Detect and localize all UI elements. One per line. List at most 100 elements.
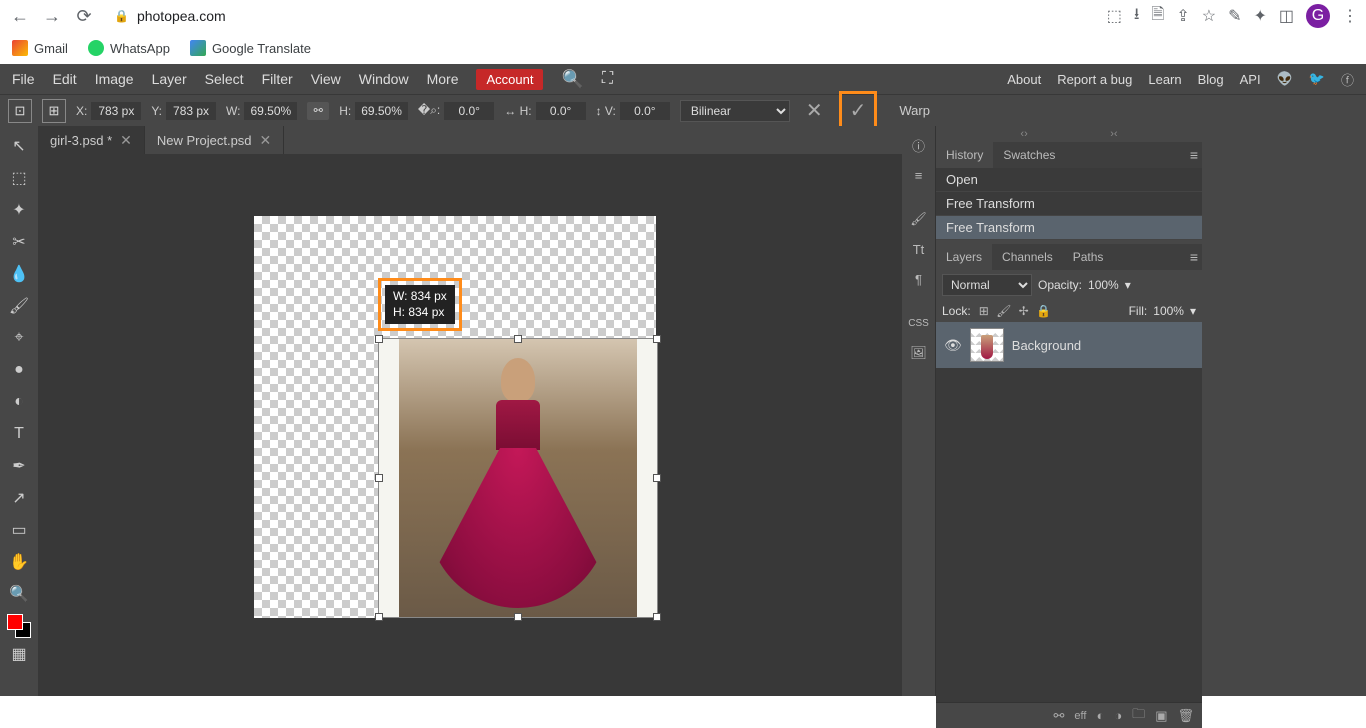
angle-value[interactable]: 0.0° <box>444 102 494 120</box>
crop-tool[interactable]: ✂ <box>3 226 35 258</box>
profile-avatar[interactable]: G <box>1306 4 1330 28</box>
blur-tool[interactable]: ● <box>3 354 35 386</box>
extensions-icon[interactable]: ✦ <box>1253 6 1266 26</box>
panel-menu-icon[interactable]: ≡ <box>1190 249 1198 265</box>
tab-history[interactable]: History <box>936 142 993 168</box>
tab-channels[interactable]: Channels <box>992 244 1063 270</box>
panel-icon[interactable]: ◫ <box>1279 6 1294 26</box>
tab-swatches[interactable]: Swatches <box>993 142 1065 168</box>
panel-menu-icon[interactable]: ≡ <box>1190 147 1198 163</box>
marquee-tool[interactable]: ⬚ <box>3 162 35 194</box>
transform-handle[interactable] <box>653 335 661 343</box>
account-button[interactable]: Account <box>476 69 543 90</box>
transform-handle[interactable] <box>514 613 522 621</box>
twitter-icon[interactable]: 🐦 <box>1309 71 1325 87</box>
folder-icon[interactable]: 🗀 <box>1132 705 1145 727</box>
fx-icon[interactable]: eff <box>1074 710 1086 722</box>
color-swatches[interactable] <box>7 614 31 638</box>
lock-move-icon[interactable]: ✢ <box>1019 304 1029 318</box>
link-about[interactable]: About <box>1007 72 1041 87</box>
opacity-value[interactable]: 100% <box>1088 278 1119 292</box>
css-panel-icon[interactable]: CSS <box>906 310 932 336</box>
bookmark-gmail[interactable]: Gmail <box>12 40 68 56</box>
link-wh-icon[interactable]: ⚯ <box>307 102 329 120</box>
layer-item[interactable]: 👁 Background <box>936 322 1202 368</box>
transform-handle[interactable] <box>653 474 661 482</box>
close-icon[interactable]: ✕ <box>260 132 272 149</box>
character-panel-icon[interactable]: Tt <box>906 236 932 262</box>
history-item[interactable]: Free Transform <box>936 192 1202 216</box>
document-tab[interactable]: New Project.psd✕ <box>145 126 284 154</box>
transform-handle[interactable] <box>375 335 383 343</box>
info-panel-icon[interactable]: ⓘ <box>906 132 932 158</box>
wand-tool[interactable]: ✦ <box>3 194 35 226</box>
document-tab[interactable]: girl-3.psd *✕ <box>38 126 145 154</box>
delete-layer-icon[interactable]: 🗑 <box>1177 708 1194 724</box>
lock-all-icon[interactable]: 🔒 <box>1036 304 1051 318</box>
eyedropper-tool[interactable]: 💧 <box>3 258 35 290</box>
forward-button[interactable]: → <box>40 4 64 28</box>
menu-window[interactable]: Window <box>359 71 409 87</box>
reload-button[interactable]: ⟳ <box>72 4 96 28</box>
bookmark-star-icon[interactable]: ☆ <box>1202 6 1216 26</box>
warp-button[interactable]: Warp <box>899 103 930 118</box>
history-item[interactable]: Free Transform <box>936 216 1202 240</box>
install-icon[interactable]: ⬚ <box>1107 6 1122 26</box>
new-layer-icon[interactable]: ▣ <box>1155 708 1167 724</box>
tab-paths[interactable]: Paths <box>1063 244 1114 270</box>
clone-tool[interactable]: ⌖ <box>3 322 35 354</box>
menu-image[interactable]: Image <box>95 71 134 87</box>
eyedropper-ext-icon[interactable]: ✎ <box>1228 6 1241 26</box>
history-item[interactable]: Open <box>936 168 1202 192</box>
tab-layers[interactable]: Layers <box>936 244 992 270</box>
back-button[interactable]: ← <box>8 4 32 28</box>
transform-bounding-box[interactable] <box>378 338 658 618</box>
menu-view[interactable]: View <box>311 71 341 87</box>
visibility-icon[interactable]: 👁 <box>944 337 962 354</box>
link-layers-icon[interactable]: ⚯ <box>1054 708 1065 724</box>
grid-anchor-icon[interactable]: ⊞ <box>42 99 66 123</box>
transform-handle[interactable] <box>375 474 383 482</box>
close-icon[interactable]: ✕ <box>120 132 132 149</box>
adjustment-icon[interactable]: ◑ <box>1114 708 1122 723</box>
link-learn[interactable]: Learn <box>1148 72 1181 87</box>
fullscreen-icon[interactable]: ⛶ <box>602 70 613 88</box>
menu-filter[interactable]: Filter <box>262 71 293 87</box>
menu-select[interactable]: Select <box>205 71 244 87</box>
lock-brush-icon[interactable]: 🖌 <box>996 304 1011 318</box>
text-tool[interactable]: T <box>3 418 35 450</box>
facebook-icon[interactable]: ⓕ <box>1341 70 1354 89</box>
image-panel-icon[interactable]: 🖼 <box>906 340 932 366</box>
link-api[interactable]: API <box>1240 72 1261 87</box>
brush-panel-icon[interactable]: 🖌 <box>906 206 932 232</box>
shape-tool[interactable]: ▭ <box>3 514 35 546</box>
transform-handle[interactable] <box>653 613 661 621</box>
path-tool[interactable]: ↗ <box>3 482 35 514</box>
transform-handle[interactable] <box>514 335 522 343</box>
menu-more[interactable]: More <box>427 71 459 87</box>
interpolation-select[interactable]: Bilinear <box>680 100 790 122</box>
blend-mode-select[interactable]: Normal <box>942 274 1032 296</box>
skew-v-value[interactable]: 0.0° <box>620 102 670 120</box>
quickmask-tool[interactable]: ▦ <box>3 638 35 670</box>
link-report-bug[interactable]: Report a bug <box>1057 72 1132 87</box>
search-icon[interactable]: 🔍 <box>561 69 583 90</box>
zoom-tool[interactable]: 🔍 <box>3 578 35 610</box>
menu-file[interactable]: File <box>12 71 35 87</box>
hand-tool[interactable]: ✋ <box>3 546 35 578</box>
browser-menu-icon[interactable]: ⋮ <box>1342 6 1358 26</box>
pen-tool[interactable]: ✒ <box>3 450 35 482</box>
brush-tool[interactable]: 🖌 <box>3 290 35 322</box>
share-icon[interactable]: ⇪ <box>1176 6 1189 26</box>
mask-icon[interactable]: ◐ <box>1096 708 1104 723</box>
layer-thumbnail[interactable] <box>970 328 1004 362</box>
address-bar[interactable]: 🔒 photopea.com <box>104 2 1099 30</box>
download-icon[interactable]: ⭳ <box>1134 3 1140 30</box>
dodge-tool[interactable]: ◐ <box>3 386 35 418</box>
fill-value[interactable]: 100% <box>1153 304 1184 318</box>
menu-layer[interactable]: Layer <box>152 71 187 87</box>
cancel-transform-button[interactable]: ✕ <box>800 98 829 123</box>
h-value[interactable]: 69.50% <box>355 102 408 120</box>
page-icon[interactable]: 🗎 <box>1151 3 1164 30</box>
paragraph-panel-icon[interactable]: ¶ <box>906 266 932 292</box>
